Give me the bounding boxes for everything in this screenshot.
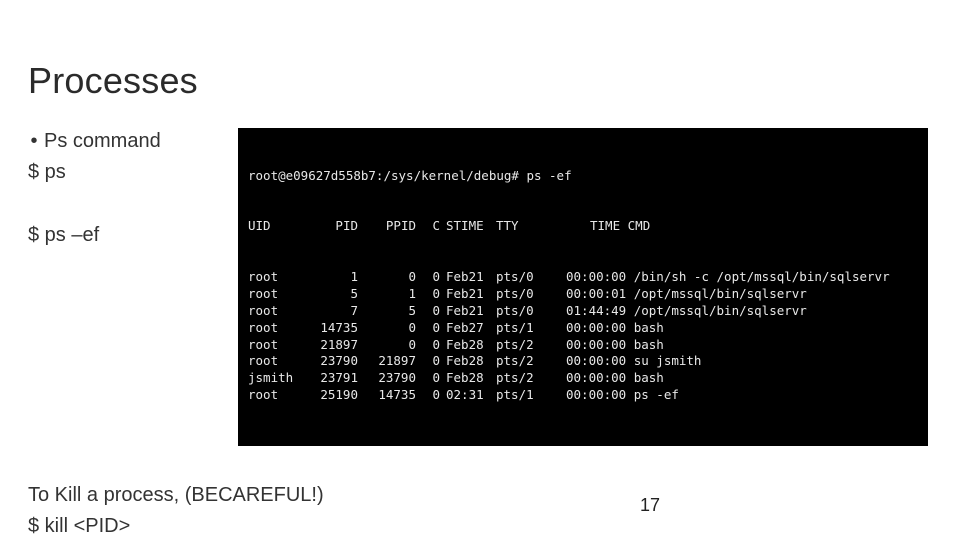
table-row: jsmith23791237900Feb28pts/200:00:00 bash [248,370,918,387]
hdr-ppid: PPID [366,218,422,235]
kill-warning: To Kill a process, (BECAREFUL!) [28,480,932,511]
hdr-uid: UID [248,218,306,235]
terminal-header: UID PID PPID C STIME TTY TIME CMD [248,218,918,235]
terminal-rows: root100Feb21pts/000:00:00 /bin/sh -c /op… [248,269,918,404]
slide: Processes • Ps command $ ps $ ps –ef roo… [0,0,960,540]
terminal-output: root@e09627d558b7:/sys/kernel/debug# ps … [238,128,928,446]
hdr-stime: STIME [446,218,494,235]
bullet-dot-icon: • [28,126,40,157]
table-row: root2519014735002:31pts/100:00:00 ps -ef [248,387,918,404]
left-column: • Ps command $ ps $ ps –ef [28,126,238,251]
hdr-pid: PID [308,218,364,235]
page-number: 17 [640,495,660,516]
spacer [28,188,238,220]
ps-line: $ ps [28,157,238,188]
body-row: • Ps command $ ps $ ps –ef root@e09627d5… [28,126,932,446]
kill-block: To Kill a process, (BECAREFUL!) $ kill <… [28,480,932,542]
table-row: root100Feb21pts/000:00:00 /bin/sh -c /op… [248,269,918,286]
bullet-ps-command: • Ps command [28,126,238,157]
hdr-tty: TTY [496,218,556,235]
table-row: root510Feb21pts/000:00:01 /opt/mssql/bin… [248,286,918,303]
slide-title: Processes [28,60,932,102]
kill-command: $ kill <PID> [28,511,932,542]
bullet-text: Ps command [44,126,161,157]
hdr-time-cmd: TIME CMD [558,218,918,235]
table-row: root23790218970Feb28pts/200:00:00 su jsm… [248,353,918,370]
ps-ef-line: $ ps –ef [28,220,238,251]
table-row: root2189700Feb28pts/200:00:00 bash [248,337,918,354]
table-row: root1473500Feb27pts/100:00:00 bash [248,320,918,337]
hdr-c: C [424,218,444,235]
table-row: root750Feb21pts/001:44:49 /opt/mssql/bin… [248,303,918,320]
terminal-prompt: root@e09627d558b7:/sys/kernel/debug# ps … [248,168,918,185]
